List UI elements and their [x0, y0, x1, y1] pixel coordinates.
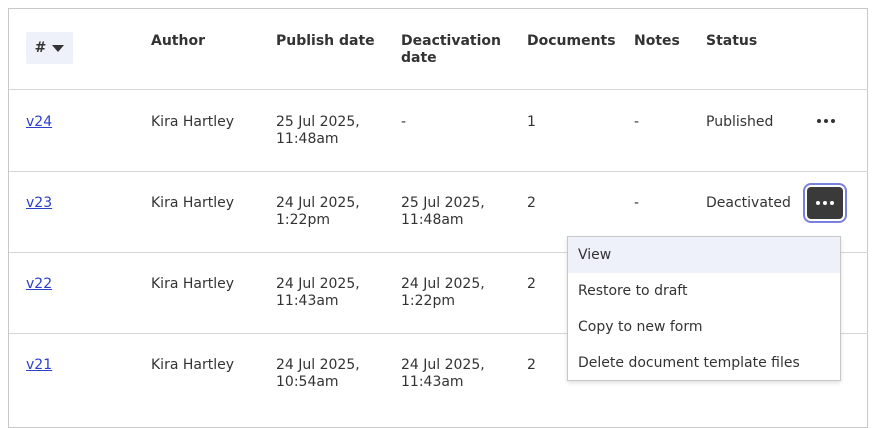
- publish-date-cell: 24 Jul 2025, 11:43am: [276, 276, 360, 310]
- menu-item-restore-to-draft[interactable]: Restore to draft: [568, 273, 840, 309]
- menu-item-view[interactable]: View: [568, 237, 840, 273]
- header-notes: Notes: [634, 33, 680, 49]
- header-deactivation-date-line1: Deactivation: [401, 33, 502, 49]
- publish-date-cell: 25 Jul 2025, 11:48am: [276, 114, 360, 148]
- header-documents: Documents: [527, 33, 616, 49]
- publish-date-cell: 24 Jul 2025, 10:54am: [276, 357, 360, 391]
- deactivation-date-cell: 24 Jul 2025, 11:43am: [401, 357, 485, 391]
- version-link[interactable]: v24: [26, 114, 52, 131]
- header-publish-date: Publish date: [276, 33, 375, 49]
- deactivation-date-line2: 1:22pm: [401, 293, 455, 309]
- status-cell: Deactivated: [706, 195, 791, 211]
- row-divider: [9, 171, 868, 172]
- publish-date-line2: 11:43am: [276, 293, 339, 309]
- documents-cell: 2: [527, 357, 536, 373]
- row-actions-button-active[interactable]: [807, 187, 843, 219]
- publish-date-line1: 24 Jul 2025,: [276, 195, 360, 211]
- version-link[interactable]: v22: [26, 276, 52, 293]
- deactivation-date-line1: -: [401, 114, 407, 130]
- row-actions-menu: View Restore to draft Copy to new form D…: [567, 236, 841, 381]
- header-author: Author: [151, 33, 205, 49]
- header-deactivation-date-line2: date: [401, 50, 437, 66]
- publish-date-line1: 25 Jul 2025,: [276, 114, 360, 130]
- status-cell: Published: [706, 114, 774, 130]
- documents-cell: 2: [527, 276, 536, 292]
- deactivation-date-line1: 25 Jul 2025,: [401, 195, 485, 211]
- notes-cell: -: [634, 195, 640, 211]
- more-horizontal-icon: [816, 201, 834, 205]
- header-status: Status: [706, 33, 758, 49]
- version-link[interactable]: v23: [26, 195, 52, 212]
- documents-cell: 2: [527, 195, 536, 211]
- deactivation-date-line1: 24 Jul 2025,: [401, 357, 485, 373]
- publish-date-cell: 24 Jul 2025, 1:22pm: [276, 195, 360, 229]
- deactivation-date-cell: 24 Jul 2025, 1:22pm: [401, 276, 485, 310]
- author-cell: Kira Hartley: [151, 357, 234, 373]
- header-divider: [9, 89, 868, 90]
- more-horizontal-icon: [817, 119, 835, 123]
- row-actions-button[interactable]: [808, 105, 844, 137]
- deactivation-date-line2: 11:43am: [401, 374, 464, 390]
- menu-item-copy-to-new-form[interactable]: Copy to new form: [568, 309, 840, 345]
- notes-cell: -: [634, 114, 640, 130]
- author-cell: Kira Hartley: [151, 195, 234, 211]
- publish-date-line2: 10:54am: [276, 374, 339, 390]
- header-deactivation-date: Deactivation date: [401, 33, 501, 67]
- deactivation-date-cell: 25 Jul 2025, 11:48am: [401, 195, 485, 229]
- sort-version-button[interactable]: #: [26, 32, 73, 64]
- publish-date-line2: 1:22pm: [276, 212, 330, 228]
- documents-cell: 1: [527, 114, 536, 130]
- deactivation-date-cell: -: [401, 114, 406, 131]
- deactivation-date-line1: 24 Jul 2025,: [401, 276, 485, 292]
- sort-label: #: [34, 40, 47, 56]
- version-link[interactable]: v21: [26, 357, 52, 374]
- author-cell: Kira Hartley: [151, 276, 234, 292]
- menu-item-delete-document-template-files[interactable]: Delete document template files: [568, 345, 840, 381]
- caret-down-icon: [52, 44, 65, 52]
- author-cell: Kira Hartley: [151, 114, 234, 130]
- publish-date-line1: 24 Jul 2025,: [276, 276, 360, 292]
- publish-date-line1: 24 Jul 2025,: [276, 357, 360, 373]
- deactivation-date-line2: 11:48am: [401, 212, 464, 228]
- publish-date-line2: 11:48am: [276, 131, 339, 147]
